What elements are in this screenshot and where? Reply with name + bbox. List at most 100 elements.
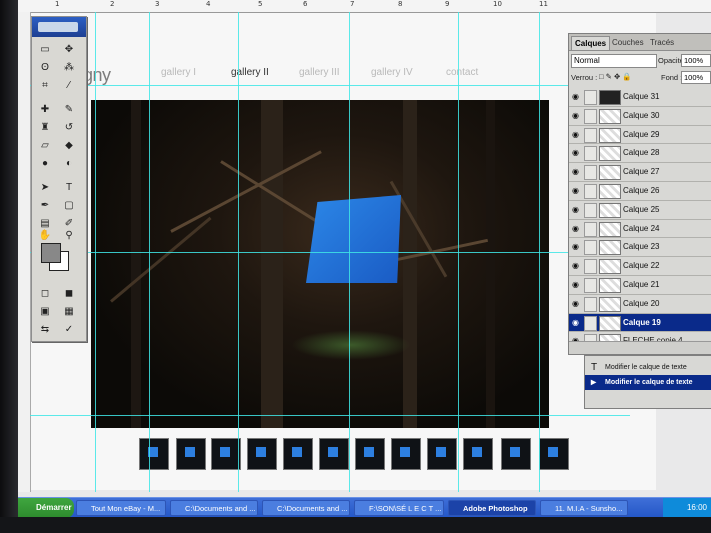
thumbnail[interactable] <box>501 438 531 470</box>
link-box[interactable] <box>584 259 597 275</box>
thumbnail[interactable] <box>319 438 349 470</box>
toolbox-header[interactable] <box>32 17 86 37</box>
layer-row[interactable]: ◉ Calque 21 <box>569 275 711 295</box>
eye-icon[interactable]: ◉ <box>572 318 582 326</box>
path-select-icon[interactable]: ➤ <box>36 181 54 195</box>
eye-icon[interactable]: ◉ <box>572 168 582 176</box>
jump-icon[interactable]: ✓ <box>60 323 78 337</box>
zoom-tool-icon[interactable]: ⚲ <box>60 229 78 243</box>
blur-tool-icon[interactable]: ● <box>36 157 54 171</box>
layer-row-selected[interactable]: ◉ Calque 19 <box>569 313 711 333</box>
eye-icon[interactable]: ◉ <box>572 243 582 251</box>
thumbnail[interactable] <box>539 438 569 470</box>
guide-line[interactable] <box>30 85 630 86</box>
history-item-selected[interactable]: ▸ Modifier le calque de texte <box>585 375 711 390</box>
eye-icon[interactable]: ◉ <box>572 111 582 119</box>
thumbnail[interactable] <box>391 438 421 470</box>
tab-traces[interactable]: Tracés <box>647 36 677 49</box>
link-box[interactable] <box>584 296 597 312</box>
slice-tool-icon[interactable]: ⁄ <box>60 79 78 93</box>
thumbnail[interactable] <box>283 438 313 470</box>
foreground-color-swatch[interactable] <box>41 243 61 263</box>
link-box[interactable] <box>584 165 597 181</box>
brush-link-icon[interactable] <box>584 315 597 331</box>
layer-row[interactable]: ◉ Calque 28 <box>569 144 711 164</box>
layer-row[interactable]: ◉ Calque 20 <box>569 294 711 314</box>
system-tray-clock[interactable]: 16:00 <box>663 498 711 518</box>
opacity-field[interactable]: 100% <box>681 54 711 67</box>
eye-icon[interactable]: ◉ <box>572 262 582 270</box>
layer-row[interactable]: ◉ Calque 27 <box>569 163 711 182</box>
quickmask-off-icon[interactable]: ◻ <box>36 287 54 301</box>
lasso-tool-icon[interactable]: ʘ <box>36 61 54 75</box>
layer-row[interactable]: ◉ Calque 26 <box>569 181 711 201</box>
tab-calques[interactable]: Calques <box>571 36 611 50</box>
blend-mode-select[interactable]: Normal <box>571 54 657 68</box>
taskbar-item[interactable]: C:\Documents and ... <box>170 500 258 516</box>
layer-row[interactable]: ◉ Calque 22 <box>569 257 711 276</box>
link-box[interactable] <box>584 90 597 105</box>
screen-mode-icon[interactable]: ▣ <box>36 305 54 319</box>
quickmask-on-icon[interactable]: ◼ <box>60 287 78 301</box>
taskbar-item[interactable]: C:\Documents and ... <box>262 500 350 516</box>
brush-tool-icon[interactable]: ✎ <box>60 103 78 117</box>
link-box[interactable] <box>584 127 597 143</box>
taskbar-item[interactable]: F:\SON\SÉ L E C T ... <box>354 500 444 516</box>
eye-icon[interactable]: ◉ <box>572 149 582 157</box>
taskbar-item-active[interactable]: Adobe Photoshop <box>448 500 536 516</box>
layer-row[interactable]: ◉ Calque 29 <box>569 125 711 145</box>
tab-couches[interactable]: Couches <box>609 36 647 49</box>
link-box[interactable] <box>584 108 597 124</box>
thumbnail[interactable] <box>427 438 457 470</box>
link-box[interactable] <box>584 183 597 199</box>
move-tool-icon[interactable]: ✥ <box>60 43 78 57</box>
healing-brush-icon[interactable]: ✚ <box>36 103 54 117</box>
crop-tool-icon[interactable]: ⌗ <box>36 79 54 93</box>
eye-icon[interactable]: ◉ <box>572 280 582 288</box>
thumbnail[interactable] <box>355 438 385 470</box>
hand-tool-icon[interactable]: ✋ <box>36 229 54 243</box>
thumbnail[interactable] <box>463 438 493 470</box>
pen-tool-icon[interactable]: ✒ <box>36 199 54 213</box>
history-brush-icon[interactable]: ↺ <box>60 121 78 135</box>
guide-line[interactable] <box>30 252 630 253</box>
fill-field[interactable]: 100% <box>681 71 711 84</box>
dodge-tool-icon[interactable]: ◐ <box>60 157 78 171</box>
link-box[interactable] <box>584 240 597 256</box>
taskbar-item[interactable]: Tout Mon eBay - M... <box>76 500 166 516</box>
link-box[interactable] <box>584 202 597 218</box>
thumbnail[interactable] <box>211 438 241 470</box>
thumbnail[interactable] <box>176 438 206 470</box>
layer-row[interactable]: ◉ Calque 30 <box>569 106 711 126</box>
marquee-tool-icon[interactable]: ▭ <box>36 43 54 57</box>
imageready-icon[interactable]: ⇆ <box>36 323 54 337</box>
start-button[interactable]: Démarrer <box>18 498 74 518</box>
link-box[interactable] <box>584 277 597 293</box>
eye-icon[interactable]: ◉ <box>572 93 582 101</box>
layer-row[interactable]: ◉ Calque 24 <box>569 219 711 239</box>
eye-icon[interactable]: ◉ <box>572 205 582 213</box>
eye-icon[interactable]: ◉ <box>572 224 582 232</box>
layer-row[interactable]: ◉ Calque 31 <box>569 88 711 107</box>
thumbnail[interactable] <box>247 438 277 470</box>
history-item[interactable]: T Modifier le calque de texte <box>585 360 711 375</box>
eye-icon[interactable]: ◉ <box>572 130 582 138</box>
thumbnail[interactable] <box>139 438 169 470</box>
lock-icons[interactable]: □ ✎ ✥ 🔒 <box>599 72 632 81</box>
type-tool-icon[interactable]: T <box>60 181 78 195</box>
shape-tool-icon[interactable]: ▢ <box>60 199 78 213</box>
layers-panel-footer[interactable] <box>569 341 711 354</box>
paint-bucket-icon[interactable]: ◆ <box>60 139 78 153</box>
layer-row[interactable]: ◉ Calque 25 <box>569 200 711 220</box>
taskbar-item[interactable]: 11. M.I.A - Sunsho... <box>540 500 628 516</box>
eraser-tool-icon[interactable]: ▱ <box>36 139 54 153</box>
guide-line[interactable] <box>30 415 630 416</box>
magic-wand-icon[interactable]: ⁂ <box>60 61 78 75</box>
link-box[interactable] <box>584 146 597 162</box>
stamp-tool-icon[interactable]: ♜ <box>36 121 54 135</box>
eye-icon[interactable]: ◉ <box>572 299 582 307</box>
layer-row[interactable]: ◉ Calque 23 <box>569 238 711 258</box>
screen-mode-full-icon[interactable]: ▦ <box>60 305 78 319</box>
link-box[interactable] <box>584 221 597 237</box>
eye-icon[interactable]: ◉ <box>572 186 582 194</box>
